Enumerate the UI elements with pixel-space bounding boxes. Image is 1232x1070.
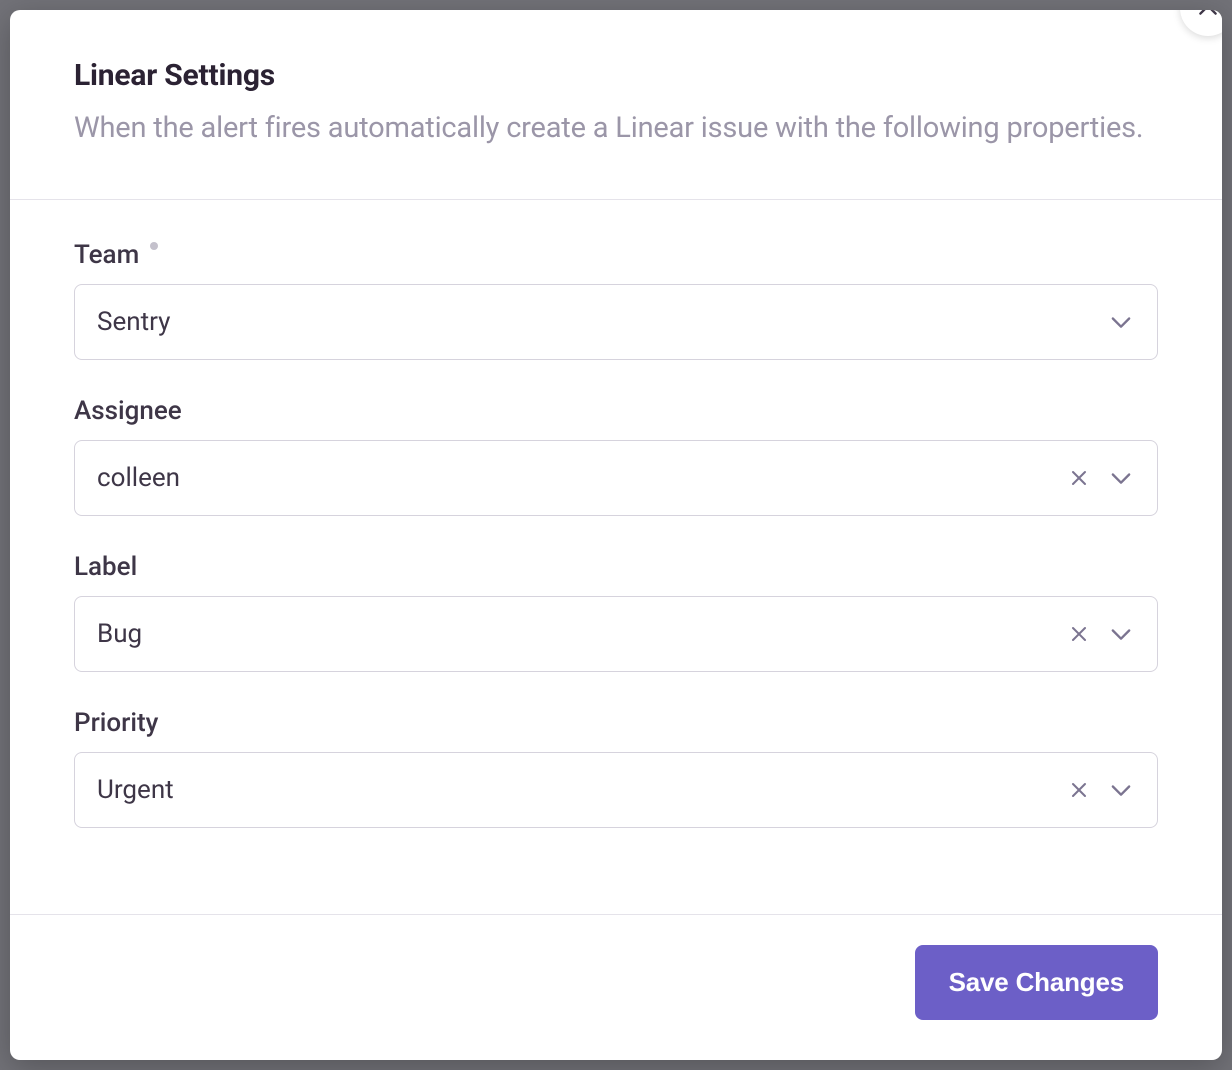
team-select[interactable]: Sentry	[74, 284, 1158, 360]
chevron-down-icon	[1107, 776, 1135, 804]
priority-select-icons	[1067, 776, 1135, 804]
save-changes-button[interactable]: Save Changes	[915, 945, 1158, 1020]
label-select-value: Bug	[97, 619, 1067, 649]
assignee-select-icons	[1067, 464, 1135, 492]
label-form-group: Label Bug	[74, 552, 1158, 672]
team-select-value: Sentry	[97, 307, 1107, 337]
team-select-icons	[1107, 308, 1135, 336]
assignee-select[interactable]: colleen	[74, 440, 1158, 516]
close-icon	[1195, 10, 1221, 23]
modal-header: Linear Settings When the alert fires aut…	[10, 10, 1222, 200]
label-select[interactable]: Bug	[74, 596, 1158, 672]
chevron-down-icon	[1107, 620, 1135, 648]
team-label: Team	[74, 240, 1158, 270]
priority-select[interactable]: Urgent	[74, 752, 1158, 828]
priority-label: Priority	[74, 708, 1158, 738]
clear-icon[interactable]	[1067, 466, 1091, 490]
assignee-form-group: Assignee colleen	[74, 396, 1158, 516]
label-label: Label	[74, 552, 1158, 582]
modal-footer: Save Changes	[10, 914, 1222, 1060]
modal-subtitle: When the alert fires automatically creat…	[74, 107, 1158, 151]
team-label-text: Team	[74, 240, 139, 270]
priority-form-group: Priority Urgent	[74, 708, 1158, 828]
assignee-select-value: colleen	[97, 463, 1067, 493]
required-indicator-icon	[150, 242, 158, 250]
modal-title: Linear Settings	[74, 58, 1158, 93]
clear-icon[interactable]	[1067, 778, 1091, 802]
chevron-down-icon	[1107, 308, 1135, 336]
clear-icon[interactable]	[1067, 622, 1091, 646]
label-select-icons	[1067, 620, 1135, 648]
chevron-down-icon	[1107, 464, 1135, 492]
team-form-group: Team Sentry	[74, 240, 1158, 360]
priority-select-value: Urgent	[97, 775, 1067, 805]
assignee-label: Assignee	[74, 396, 1158, 426]
linear-settings-modal: Linear Settings When the alert fires aut…	[10, 10, 1222, 1060]
modal-body: Team Sentry Assignee colleen	[10, 200, 1222, 915]
